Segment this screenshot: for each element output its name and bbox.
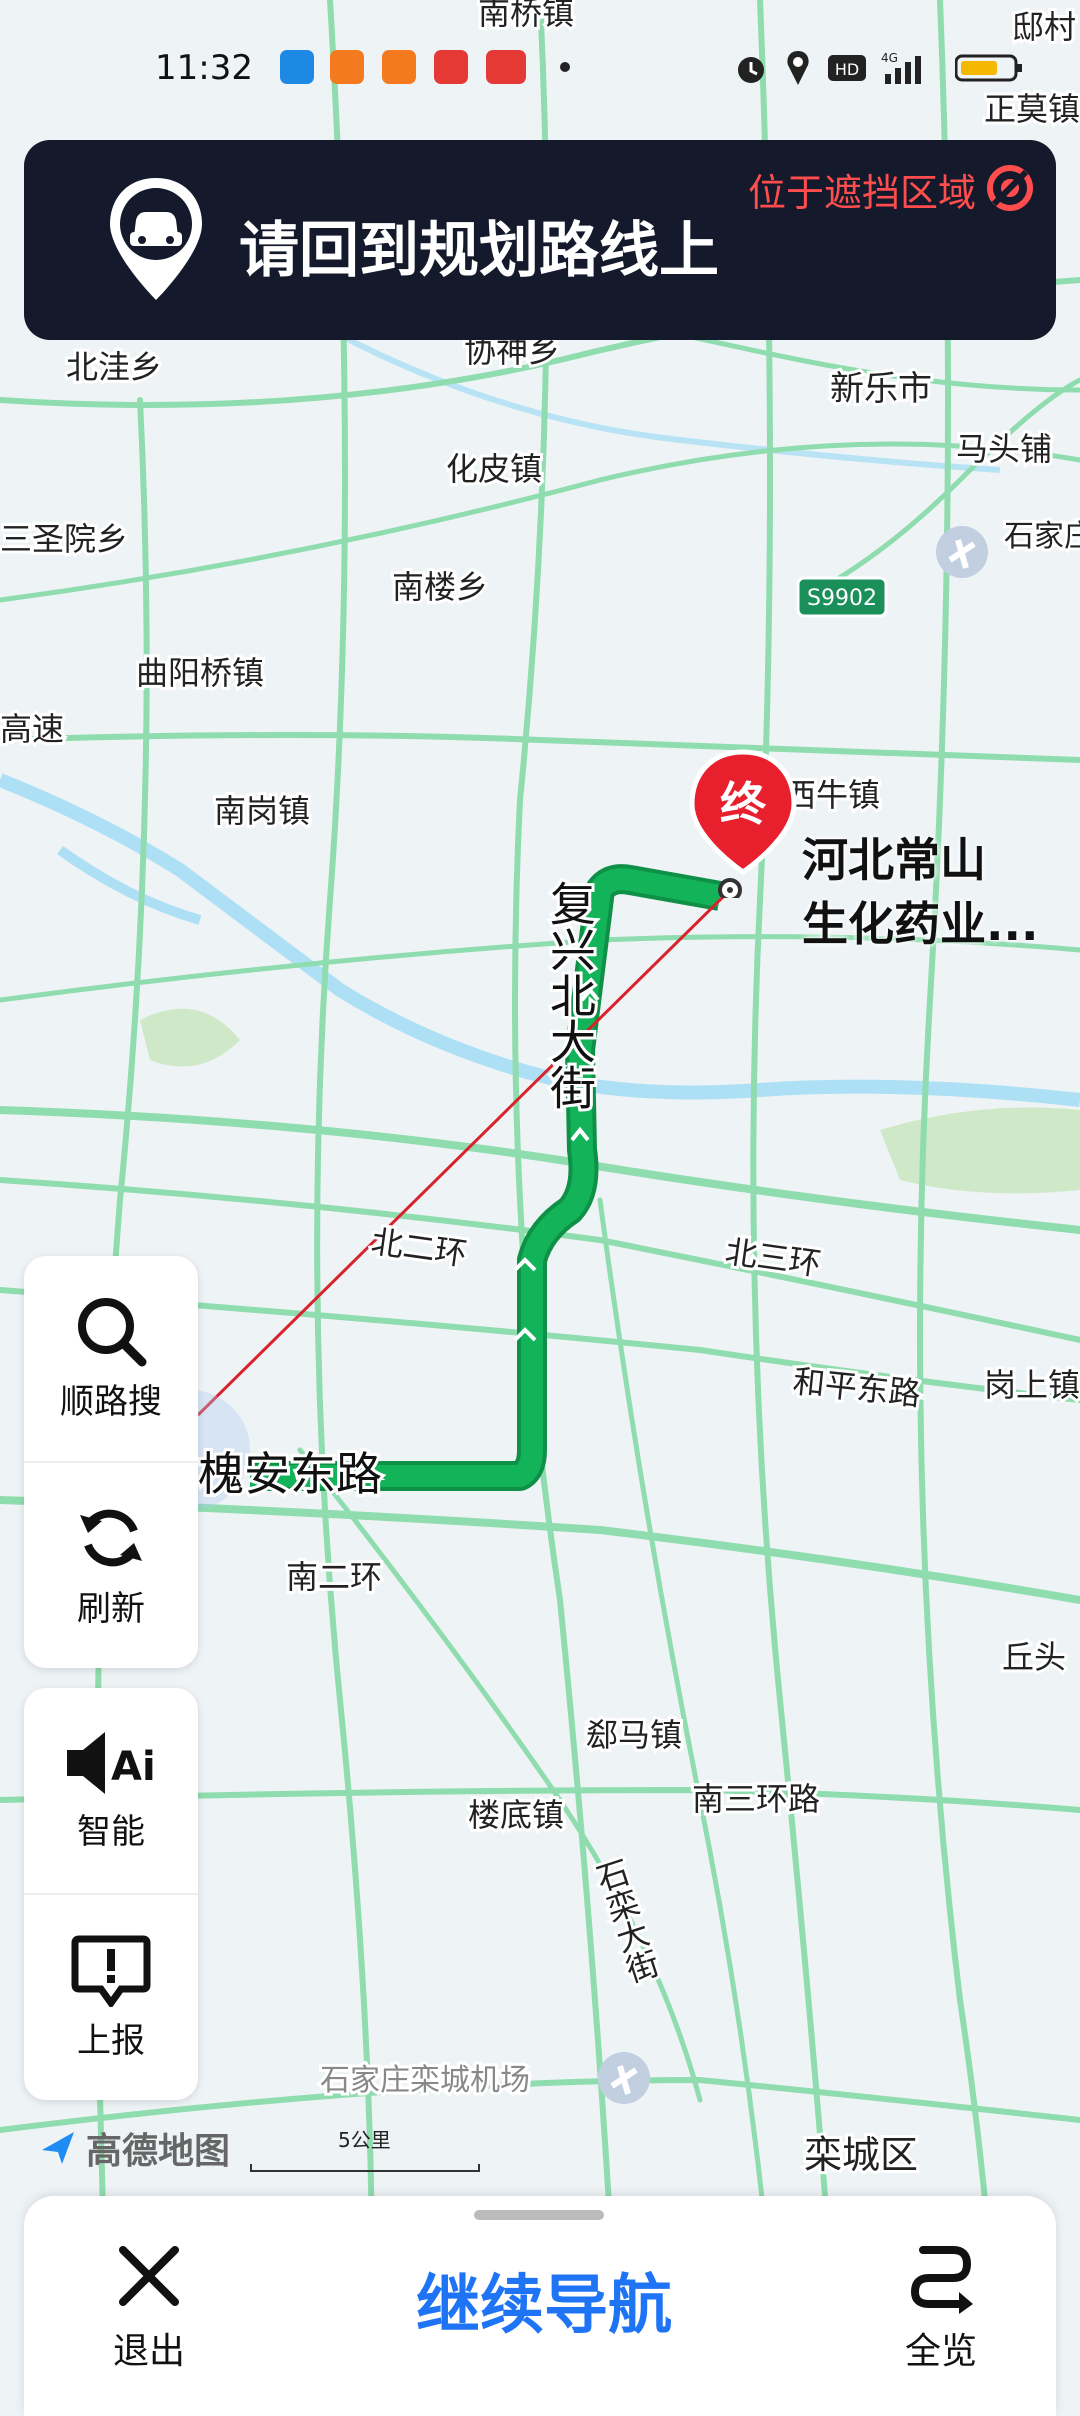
occlusion-warning: 位于遮挡区域 [747,171,976,215]
map-scale-label: 5公里 [338,2128,391,2152]
map-label: 北洼乡 [66,348,162,386]
map-brand-name: 高德地图 [86,2131,231,2172]
app-notification-icon [486,50,526,84]
report-label: 上报 [77,2021,145,2061]
app-notification-icon [382,50,416,84]
exit-button[interactable]: 退出 [64,2236,234,2386]
map-label: 栾城区 [804,2133,918,2177]
map-scale-bar [250,2164,480,2172]
map-label: 高速 [0,710,64,748]
search-icon [78,1298,147,1367]
map-label: 石家庄栾城机场 [320,2063,530,2098]
alarm-icon [738,57,764,83]
map-label: 南二环 [286,1558,382,1596]
status-icons: HD 4G [733,46,1025,90]
more-notifications-icon [560,62,570,72]
map-brand: 高德地图 [38,2122,230,2174]
banner-title: 请回到规划路线上 [239,216,719,286]
refresh-icon [80,1509,142,1567]
along-route-search-button[interactable]: 顺路搜 [24,1256,198,1461]
map-label: 马头铺 [956,430,1052,468]
battery-icon [955,54,1022,82]
refresh-button[interactable]: 刷新 [24,1461,198,1668]
hd-icon: HD [828,55,866,81]
map-label: 石家庄国际 [1004,519,1080,554]
svg-text:S9902: S9902 [807,586,877,611]
airport-icon [936,526,988,578]
report-icon [71,1935,151,2007]
map-label: 郄马镇 [586,1716,682,1754]
status-time: 11:32 [155,48,253,88]
map-label: 化皮镇 [446,450,542,488]
overview-button[interactable]: 全览 [856,2236,1026,2386]
drag-handle[interactable] [474,2210,604,2220]
map-label: 曲阳桥镇 [136,654,264,692]
reroute-banner: 请回到规划路线上 位于遮挡区域 [24,140,1056,340]
signal-icon: 4G [881,51,921,84]
location-icon [787,51,809,85]
smart-voice-label: 智能 [77,1812,145,1852]
svg-text:4G: 4G [881,51,898,65]
map-scale: 5公里 [250,2120,480,2172]
ai-voice-icon: Ai [67,1732,156,1794]
map-label: 楼底镇 [468,1796,564,1834]
road-label: 复兴北大街 [543,880,597,1110]
svg-text:终: 终 [720,777,767,831]
along-route-search-label: 顺路搜 [60,1382,162,1422]
refresh-label: 刷新 [77,1589,145,1629]
highway-badge: S9902 [796,576,888,618]
airport-icon [598,2052,650,2104]
map-label: 南楼乡 [392,568,488,606]
no-signal-icon [987,165,1033,211]
svg-text:HD: HD [835,60,859,79]
destination-marker-icon[interactable]: 终 [688,748,798,898]
app-notification-icon [434,50,468,84]
map-label: 新乐市 [830,369,932,409]
map-label: 丘头 [1002,1638,1066,1676]
status-bar: 11:32 HD 4G [0,40,1080,100]
exit-label: 退出 [112,2331,185,2372]
destination-name[interactable]: 河北常山 生化药业... [802,828,1038,956]
route-overview-icon [910,2246,973,2314]
continue-navigation-button[interactable]: 继续导航 [354,2254,734,2344]
car-location-pin-icon [110,178,202,300]
overview-label: 全览 [904,2331,977,2372]
svg-text:Ai: Ai [111,1744,156,1790]
amap-logo-icon [42,2132,74,2164]
destination-name-line1: 河北常山 [802,833,986,887]
map-label: 南岗镇 [214,792,310,830]
side-panel-tools: 顺路搜 刷新 [24,1256,198,1668]
road-label: 槐安东路 [198,1447,382,1501]
map-label: 南桥镇 [478,0,574,32]
destination-name-line2: 生化药业... [802,897,1039,951]
bottom-bar: 退出 继续导航 全览 [24,2196,1056,2416]
map-label: 三圣院乡 [0,520,128,558]
app-notification-icon [280,50,314,84]
map-label: 西牛镇 [784,776,880,814]
side-panel-assist: Ai 智能 上报 [24,1688,198,2100]
map-label: 南三环路 [692,1780,820,1818]
map-label: 岗上镇 [984,1366,1080,1404]
close-icon [119,2246,179,2306]
report-button[interactable]: 上报 [24,1893,198,2100]
smart-voice-button[interactable]: Ai 智能 [24,1688,198,1893]
app-notification-icon [330,50,364,84]
